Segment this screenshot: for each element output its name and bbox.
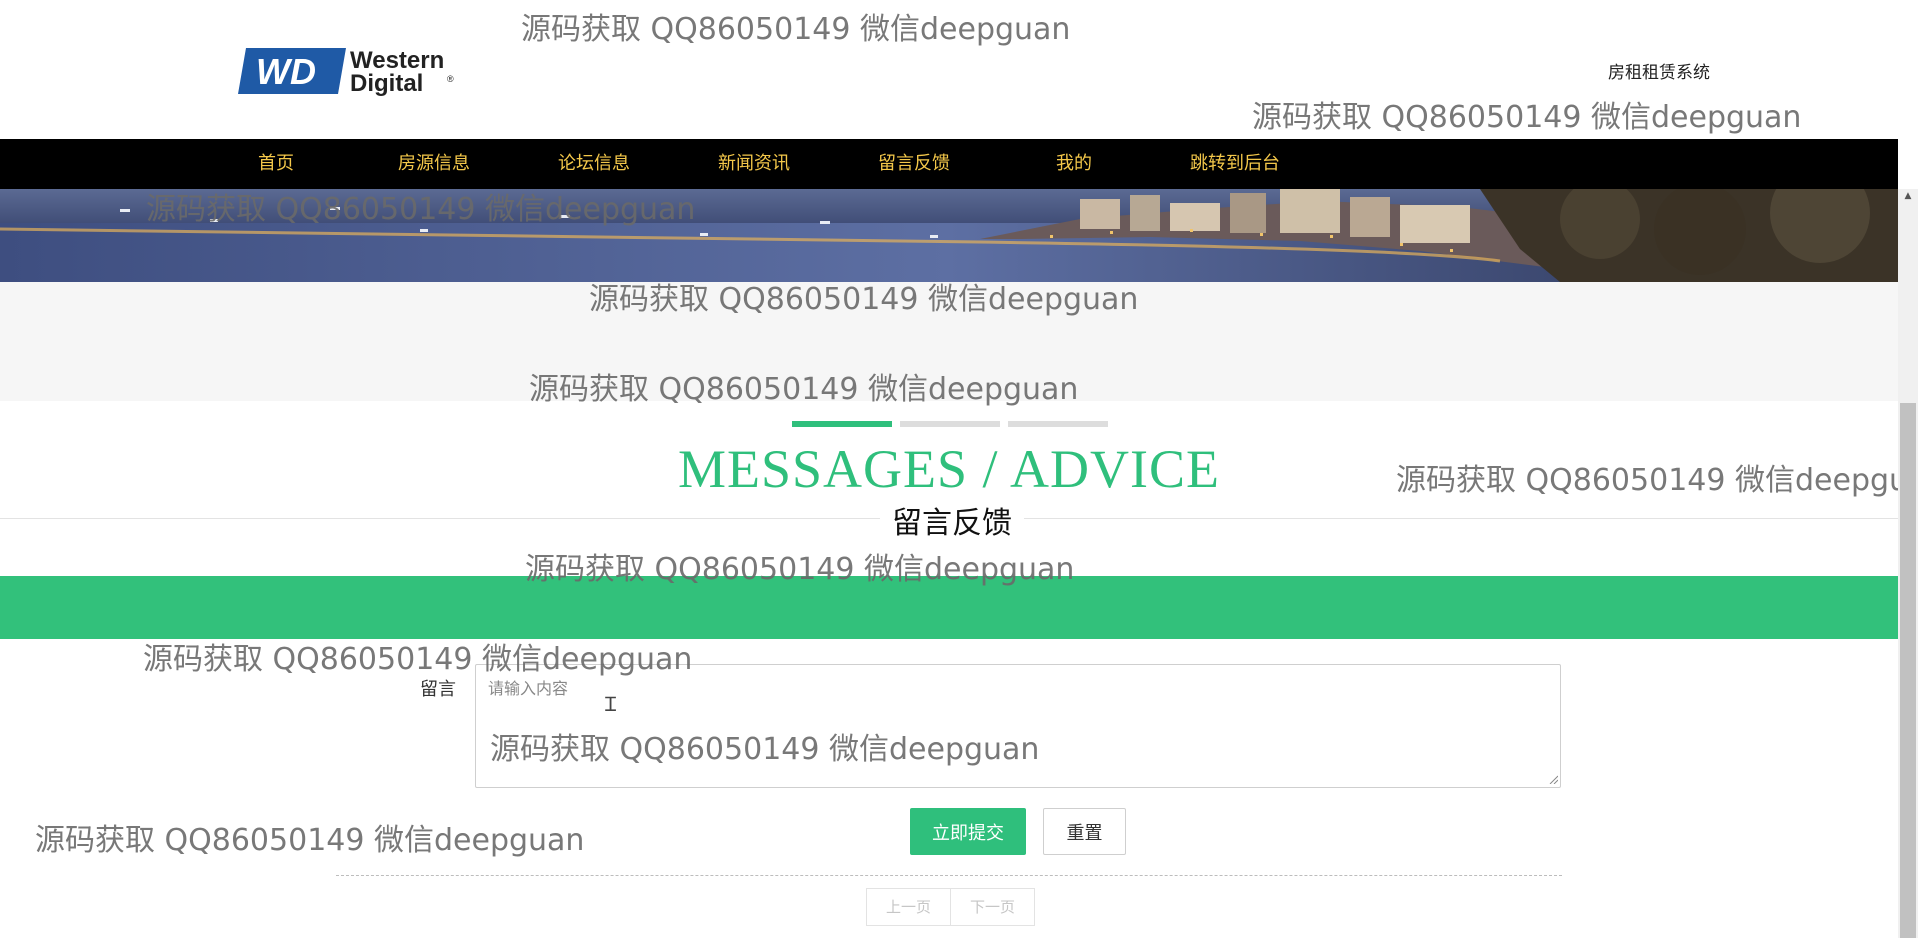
page: WD Western Digital ® 房租租赁系统 首页 房源信息 论坛信息… [0, 0, 1898, 938]
indicator-bar [900, 421, 1000, 427]
nav-housing[interactable]: 房源信息 [386, 139, 482, 189]
nav-news[interactable]: 新闻资讯 [706, 139, 802, 189]
western-digital-logo[interactable]: WD Western Digital ® [236, 46, 472, 97]
reset-button[interactable]: 重置 [1043, 808, 1126, 855]
indicator-bar-active [792, 421, 892, 427]
prev-page-button[interactable]: 上一页 [867, 889, 950, 925]
nav-messages[interactable]: 留言反馈 [866, 139, 962, 189]
watermark-text: 源码获取 QQ86050149 微信deepguan [35, 823, 585, 858]
message-textarea[interactable] [475, 664, 1561, 788]
submit-button[interactable]: 立即提交 [910, 808, 1026, 855]
logo-registered: ® [447, 74, 454, 84]
nav-home[interactable]: 首页 [236, 139, 316, 189]
scroll-thumb[interactable] [1900, 403, 1916, 938]
watermark-text: 源码获取 QQ86050149 微信deepguan [1252, 100, 1802, 135]
site-name: 房租租赁系统 [1608, 63, 1710, 83]
nav-forum[interactable]: 论坛信息 [546, 139, 642, 189]
indicator-bar [1008, 421, 1108, 427]
next-page-button[interactable]: 下一页 [950, 889, 1034, 925]
banner-grey-band [0, 282, 1898, 401]
logo-line2: Digital [350, 70, 423, 96]
banner-image [0, 189, 1898, 282]
form-divider [336, 875, 1562, 876]
page-scrollbar[interactable]: ▲ [1898, 189, 1918, 938]
pagination: 上一页 下一页 [866, 888, 1035, 926]
main-nav: 首页 房源信息 论坛信息 新闻资讯 留言反馈 我的 跳转到后台 [0, 139, 1898, 189]
section-title-en: MESSAGES / ADVICE [677, 439, 1221, 499]
nav-admin[interactable]: 跳转到后台 [1176, 139, 1294, 189]
logo-mark: WD [256, 51, 316, 92]
message-label: 留言 [420, 679, 456, 700]
green-band [0, 576, 1898, 639]
watermark-text: 源码获取 QQ86050149 微信deepguan [521, 12, 1071, 47]
scroll-up-arrow-icon[interactable]: ▲ [1898, 189, 1918, 203]
nav-mine[interactable]: 我的 [1034, 139, 1114, 189]
section-title-zh: 留言反馈 [880, 498, 1024, 542]
